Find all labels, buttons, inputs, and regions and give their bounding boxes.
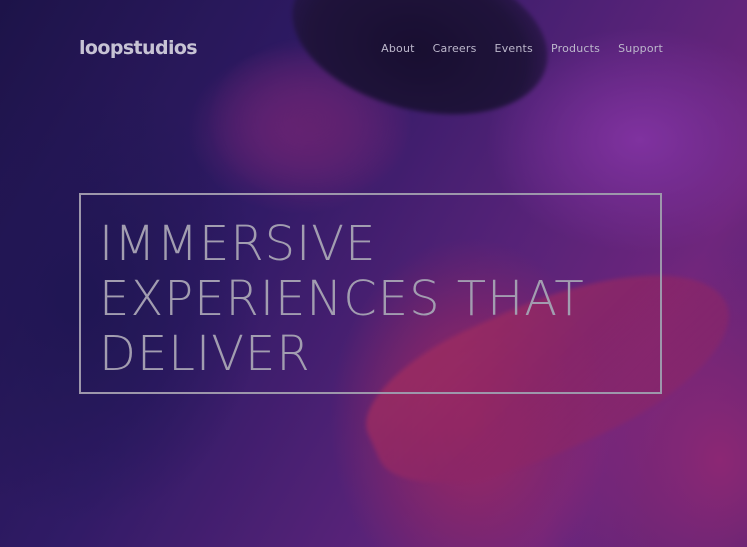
nav-item-events[interactable]: Events <box>495 42 533 55</box>
main-nav: About Careers Events Products Support <box>381 42 663 55</box>
hero-headline-line-2: EXPERIENCES THAT <box>99 271 585 327</box>
brand-logo[interactable]: loopstudios <box>79 37 198 59</box>
nav-item-careers[interactable]: Careers <box>433 42 477 55</box>
hero-headline-line-1: IMMERSIVE <box>99 216 377 272</box>
nav-item-support[interactable]: Support <box>618 42 663 55</box>
nav-item-about[interactable]: About <box>381 42 415 55</box>
hero-headline: IMMERSIVE EXPERIENCES THAT DELIVER <box>99 217 619 382</box>
site-header: loopstudios About Careers Events Product… <box>79 34 663 62</box>
hero-headline-line-3: DELIVER <box>99 326 311 382</box>
nav-item-products[interactable]: Products <box>551 42 600 55</box>
hero-headline-box: IMMERSIVE EXPERIENCES THAT DELIVER <box>79 193 662 394</box>
